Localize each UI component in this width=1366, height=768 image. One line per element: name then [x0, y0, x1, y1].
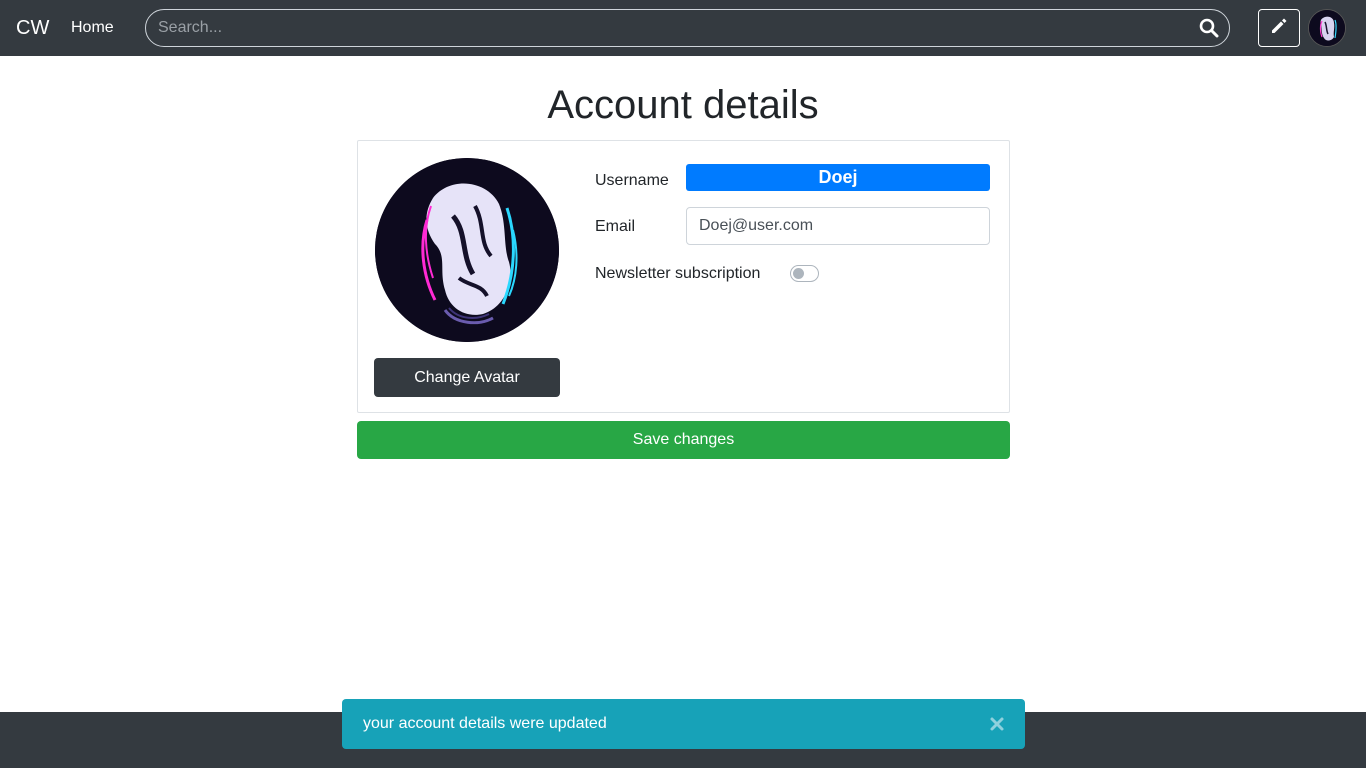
email-field[interactable] — [686, 207, 990, 245]
avatar-image — [1309, 10, 1345, 46]
success-toast: your account details were updated — [342, 699, 1025, 749]
username-label: Username — [595, 172, 669, 189]
search-input[interactable] — [158, 10, 1188, 46]
user-avatar-button[interactable] — [1308, 9, 1346, 47]
username-value: Doej — [686, 164, 990, 191]
save-changes-button[interactable]: Save changes — [357, 421, 1010, 459]
toast-message: your account details were updated — [363, 715, 607, 732]
account-details-card: Change Avatar Username Doej Email Newsle… — [357, 140, 1010, 413]
toggle-knob — [793, 268, 804, 279]
pencil-icon — [1270, 17, 1288, 40]
newsletter-toggle[interactable] — [790, 265, 819, 282]
top-navbar: CW Home — [0, 0, 1366, 56]
email-label: Email — [595, 218, 636, 235]
profile-avatar — [375, 158, 559, 342]
brand-link[interactable]: CW — [16, 16, 49, 40]
newsletter-label: Newsletter subscription — [595, 265, 761, 282]
search-icon[interactable] — [1199, 18, 1219, 38]
close-icon[interactable] — [989, 714, 1005, 734]
edit-post-button[interactable] — [1258, 9, 1300, 47]
page-title: Account details — [547, 83, 819, 127]
change-avatar-button[interactable]: Change Avatar — [374, 358, 560, 397]
search-bar — [145, 9, 1230, 47]
nav-home-link[interactable]: Home — [71, 18, 114, 38]
